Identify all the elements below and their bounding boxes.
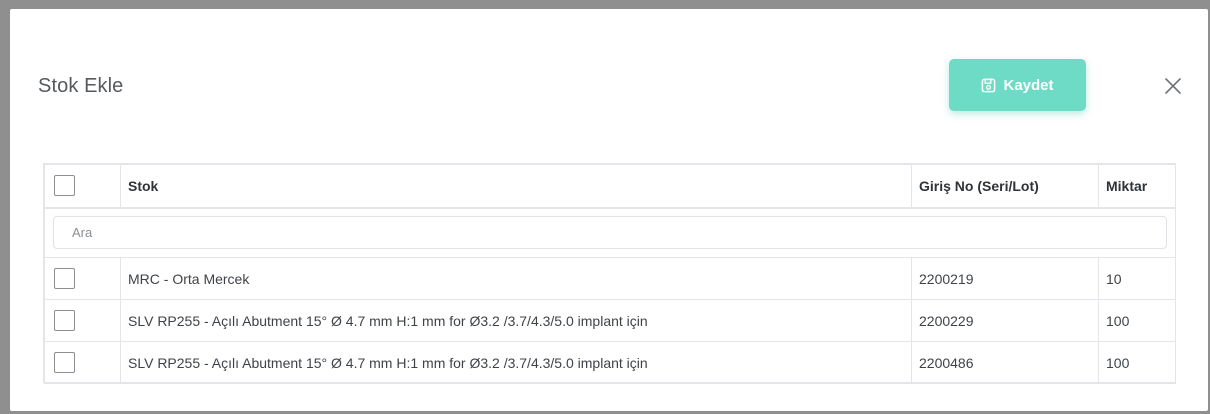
row-checkbox[interactable] xyxy=(54,268,75,289)
stok-cell: MRC - Orta Mercek xyxy=(120,257,912,300)
select-all-checkbox[interactable] xyxy=(54,175,75,197)
row-checkbox[interactable] xyxy=(54,310,75,331)
modal-header: Stok Ekle Kaydet xyxy=(10,9,1208,149)
stock-add-modal: Stok Ekle Kaydet Stok Giriş No (Seri/Lot… xyxy=(10,9,1208,411)
save-button-label: Kaydet xyxy=(1003,76,1054,94)
table-header-row: Stok Giriş No (Seri/Lot) Miktar xyxy=(44,164,1176,209)
table-row[interactable]: SLV RP255 - Açılı Abutment 15° Ø 4.7 mm … xyxy=(44,341,1176,384)
qty-cell: 100 xyxy=(1098,299,1176,342)
save-button[interactable]: Kaydet xyxy=(949,59,1086,111)
close-icon xyxy=(1165,78,1181,94)
row-select-cell xyxy=(44,341,121,384)
column-header-qty: Miktar xyxy=(1098,164,1176,209)
column-header-lot: Giriş No (Seri/Lot) xyxy=(911,164,1099,209)
search-input[interactable] xyxy=(53,216,1167,250)
qty-cell: 10 xyxy=(1098,257,1176,300)
row-select-cell xyxy=(44,257,121,300)
row-checkbox[interactable] xyxy=(54,352,75,373)
modal-title: Stok Ekle xyxy=(38,75,124,97)
lot-cell: 2200486 xyxy=(911,341,1099,384)
row-select-cell xyxy=(44,299,121,342)
qty-cell: 100 xyxy=(1098,341,1176,384)
lot-cell: 2200229 xyxy=(911,299,1099,342)
stok-cell: SLV RP255 - Açılı Abutment 15° Ø 4.7 mm … xyxy=(120,341,912,384)
stok-cell: SLV RP255 - Açılı Abutment 15° Ø 4.7 mm … xyxy=(120,299,912,342)
column-header-stok: Stok xyxy=(120,164,912,209)
close-button[interactable] xyxy=(1162,75,1184,97)
stock-table: Stok Giriş No (Seri/Lot) Miktar MRC - Or… xyxy=(43,163,1176,384)
table-row[interactable]: MRC - Orta Mercek 2200219 10 xyxy=(44,257,1176,300)
select-all-cell xyxy=(44,164,121,209)
save-icon xyxy=(982,78,996,92)
lot-cell: 2200219 xyxy=(911,257,1099,300)
table-row[interactable]: SLV RP255 - Açılı Abutment 15° Ø 4.7 mm … xyxy=(44,299,1176,342)
search-row xyxy=(44,207,1176,258)
search-cell xyxy=(44,207,1176,258)
